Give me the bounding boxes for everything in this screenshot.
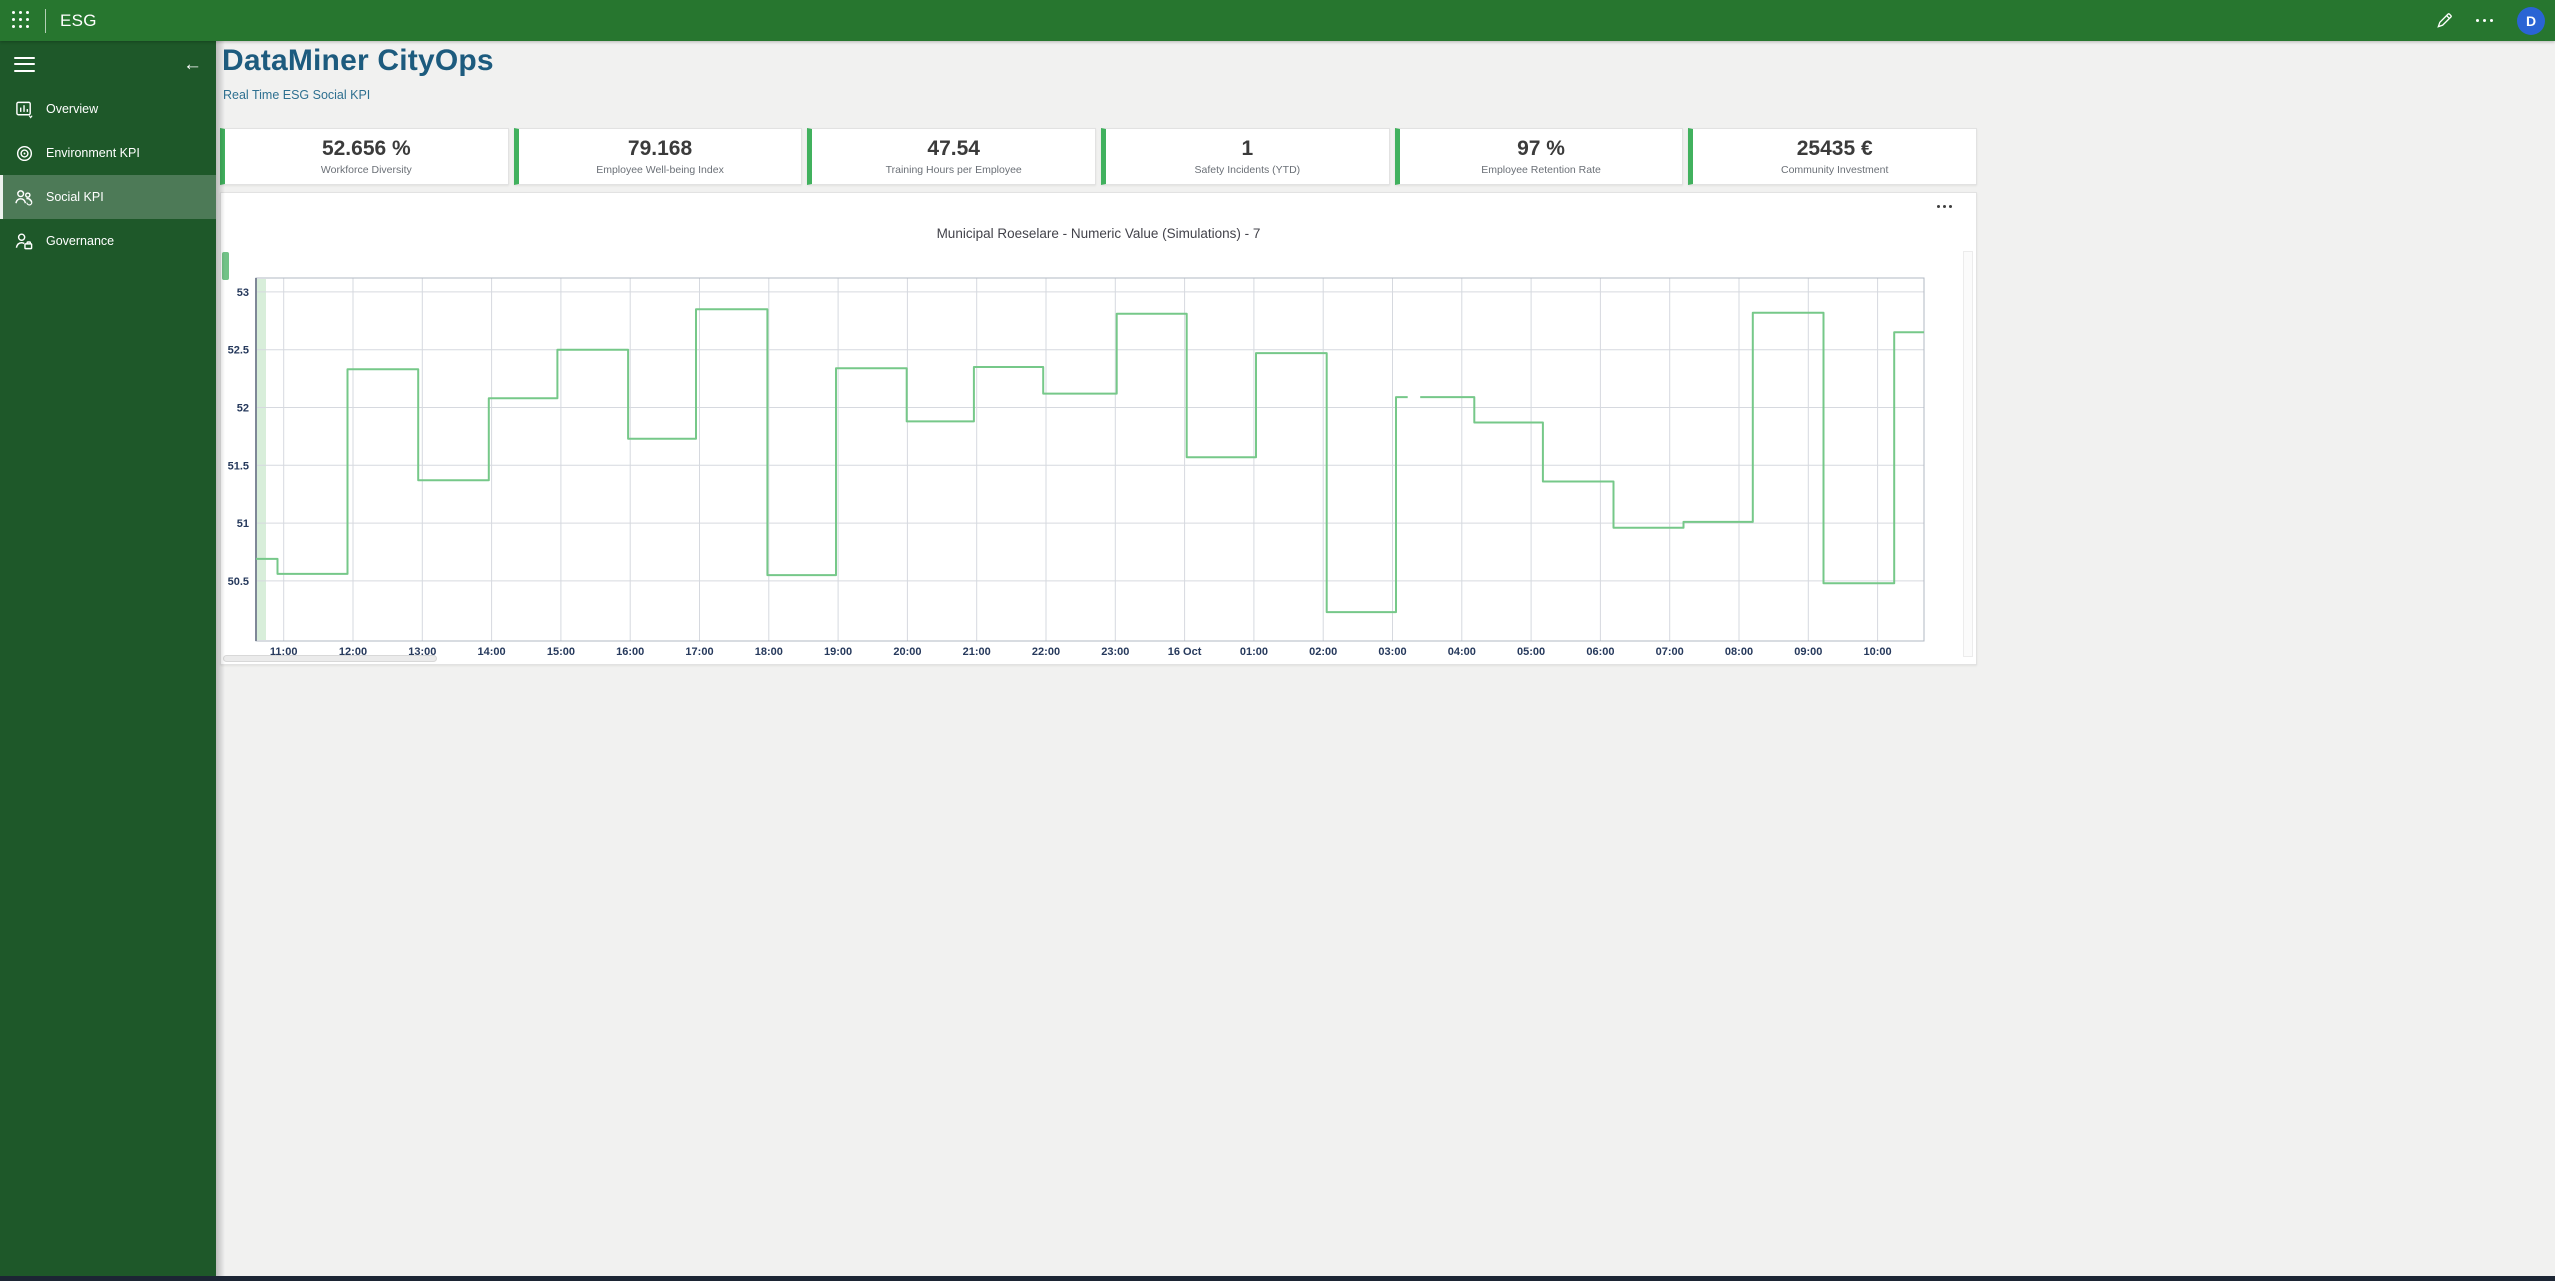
x-tick-label: 18:00: [755, 646, 783, 658]
x-tick-label: 16:00: [616, 646, 644, 658]
sidebar-item-label: Environment KPI: [46, 146, 140, 160]
topbar: ESG D: [0, 0, 2555, 41]
kpi-row: 52.656 % Workforce Diversity 79.168 Empl…: [220, 128, 1978, 185]
bottom-edge-strip: [0, 1276, 2555, 1281]
app-title: ESG: [60, 10, 97, 30]
x-tick-label: 20:00: [893, 646, 921, 658]
y-tick-label: 50.5: [228, 576, 249, 588]
x-tick-label: 21:00: [963, 646, 991, 658]
chart-card: 50.5 51 51.5 52 52.5 53 11:00 12:00 13:00 14:00 15…: [220, 192, 1977, 665]
sidebar-item-label: Governance: [46, 234, 115, 248]
x-tick-label: 14:00: [478, 646, 506, 658]
x-tick-label: 23:00: [1101, 646, 1129, 658]
x-tick-label: 22:00: [1032, 646, 1060, 658]
x-tick-label: 01:00: [1240, 646, 1268, 658]
kpi-card-safety-incidents: 1 Safety Incidents (YTD): [1101, 128, 1390, 185]
sidebar: ← Overview Environment KPI Social KPI Go…: [0, 41, 216, 1281]
kpi-label: Workforce Diversity: [320, 164, 412, 177]
sidebar-item-social-kpi[interactable]: Social KPI: [0, 175, 216, 219]
plot-left-band: [257, 279, 266, 640]
bar-chart-icon: [14, 99, 34, 119]
x-tick-label: 04:00: [1448, 646, 1476, 658]
x-tick-label: 17:00: [685, 646, 713, 658]
kpi-value: 52.656 %: [321, 136, 411, 160]
y-tick-label: 52.5: [228, 345, 249, 357]
menu-hamburger-icon[interactable]: [14, 56, 35, 72]
sidebar-item-environment-kpi[interactable]: Environment KPI: [0, 131, 216, 175]
person-briefcase-icon: [14, 231, 34, 251]
kpi-label: Community Investment: [1781, 164, 1889, 177]
topbar-divider: [45, 8, 46, 33]
kpi-label: Employee Well-being Index: [596, 164, 724, 177]
kpi-value: 47.54: [927, 136, 980, 160]
chart-horizontal-scrollbar[interactable]: [223, 655, 437, 662]
kpi-card-retention-rate: 97 % Employee Retention Rate: [1394, 128, 1684, 185]
y-tick-label: 52: [237, 403, 249, 415]
x-tick-label: 02:00: [1309, 646, 1337, 658]
chart-title: Municipal Roeselare - Numeric Value (Sim…: [936, 226, 1261, 241]
edit-pencil-icon[interactable]: [2435, 11, 2454, 30]
x-tick-label: 16 Oct: [1168, 646, 1202, 658]
x-tick-label: 19:00: [824, 646, 852, 658]
chart-menu-icon[interactable]: [1933, 201, 1956, 212]
sidebar-shadow: [216, 41, 225, 1281]
y-tick-label: 53: [237, 287, 249, 299]
more-options-icon[interactable]: [2476, 19, 2493, 22]
x-tick-label: 06:00: [1586, 646, 1614, 658]
x-tick-label: 03:00: [1378, 646, 1406, 658]
y-tick-label: 51: [237, 518, 249, 530]
people-icon: [14, 187, 34, 207]
sidebar-item-label: Social KPI: [46, 190, 104, 204]
x-tick-label: 15:00: [547, 646, 575, 658]
plot-area: [256, 278, 1924, 641]
sidebar-item-label: Overview: [46, 102, 99, 116]
kpi-value: 97 %: [1517, 136, 1565, 160]
kpi-card-workforce-diversity: 52.656 % Workforce Diversity: [220, 128, 509, 185]
kpi-value: 1: [1241, 136, 1254, 160]
chart-vertical-scrollbar-track[interactable]: [1963, 251, 1973, 657]
sidebar-header: ←: [0, 41, 216, 87]
x-tick-label: 07:00: [1656, 646, 1684, 658]
page-title: DataMiner CityOps: [222, 44, 494, 77]
sidebar-collapse-icon[interactable]: ←: [183, 55, 202, 74]
x-tick-label: 09:00: [1794, 646, 1822, 658]
x-tick-label: 08:00: [1725, 646, 1753, 658]
sidebar-item-governance[interactable]: Governance: [0, 219, 216, 263]
kpi-card-wellbeing-index: 79.168 Employee Well-being Index: [513, 128, 803, 185]
target-icon: [14, 143, 34, 163]
trend-chart[interactable]: 50.55151.55252.55311:00 12:00 13:00 14:00 15…: [221, 193, 1976, 664]
app-launcher-icon[interactable]: [12, 10, 32, 31]
kpi-label: Employee Retention Rate: [1481, 164, 1601, 177]
kpi-label: Training Hours per Employee: [885, 164, 1022, 177]
kpi-value: 79.168: [627, 136, 693, 160]
x-tick-label: 05:00: [1517, 646, 1545, 658]
sidebar-item-overview[interactable]: Overview: [0, 87, 216, 131]
kpi-card-community-investment: 25435 € Community Investment: [1688, 128, 1978, 185]
kpi-value: 25435 €: [1796, 136, 1873, 160]
x-tick-label: 10:00: [1864, 646, 1892, 658]
user-avatar[interactable]: D: [2517, 6, 2545, 35]
kpi-card-training-hours: 47.54 Training Hours per Employee: [807, 128, 1097, 185]
y-tick-label: 51.5: [228, 460, 249, 472]
page-subtitle: Real Time ESG Social KPI: [223, 88, 371, 102]
kpi-label: Safety Incidents (YTD): [1194, 164, 1301, 177]
